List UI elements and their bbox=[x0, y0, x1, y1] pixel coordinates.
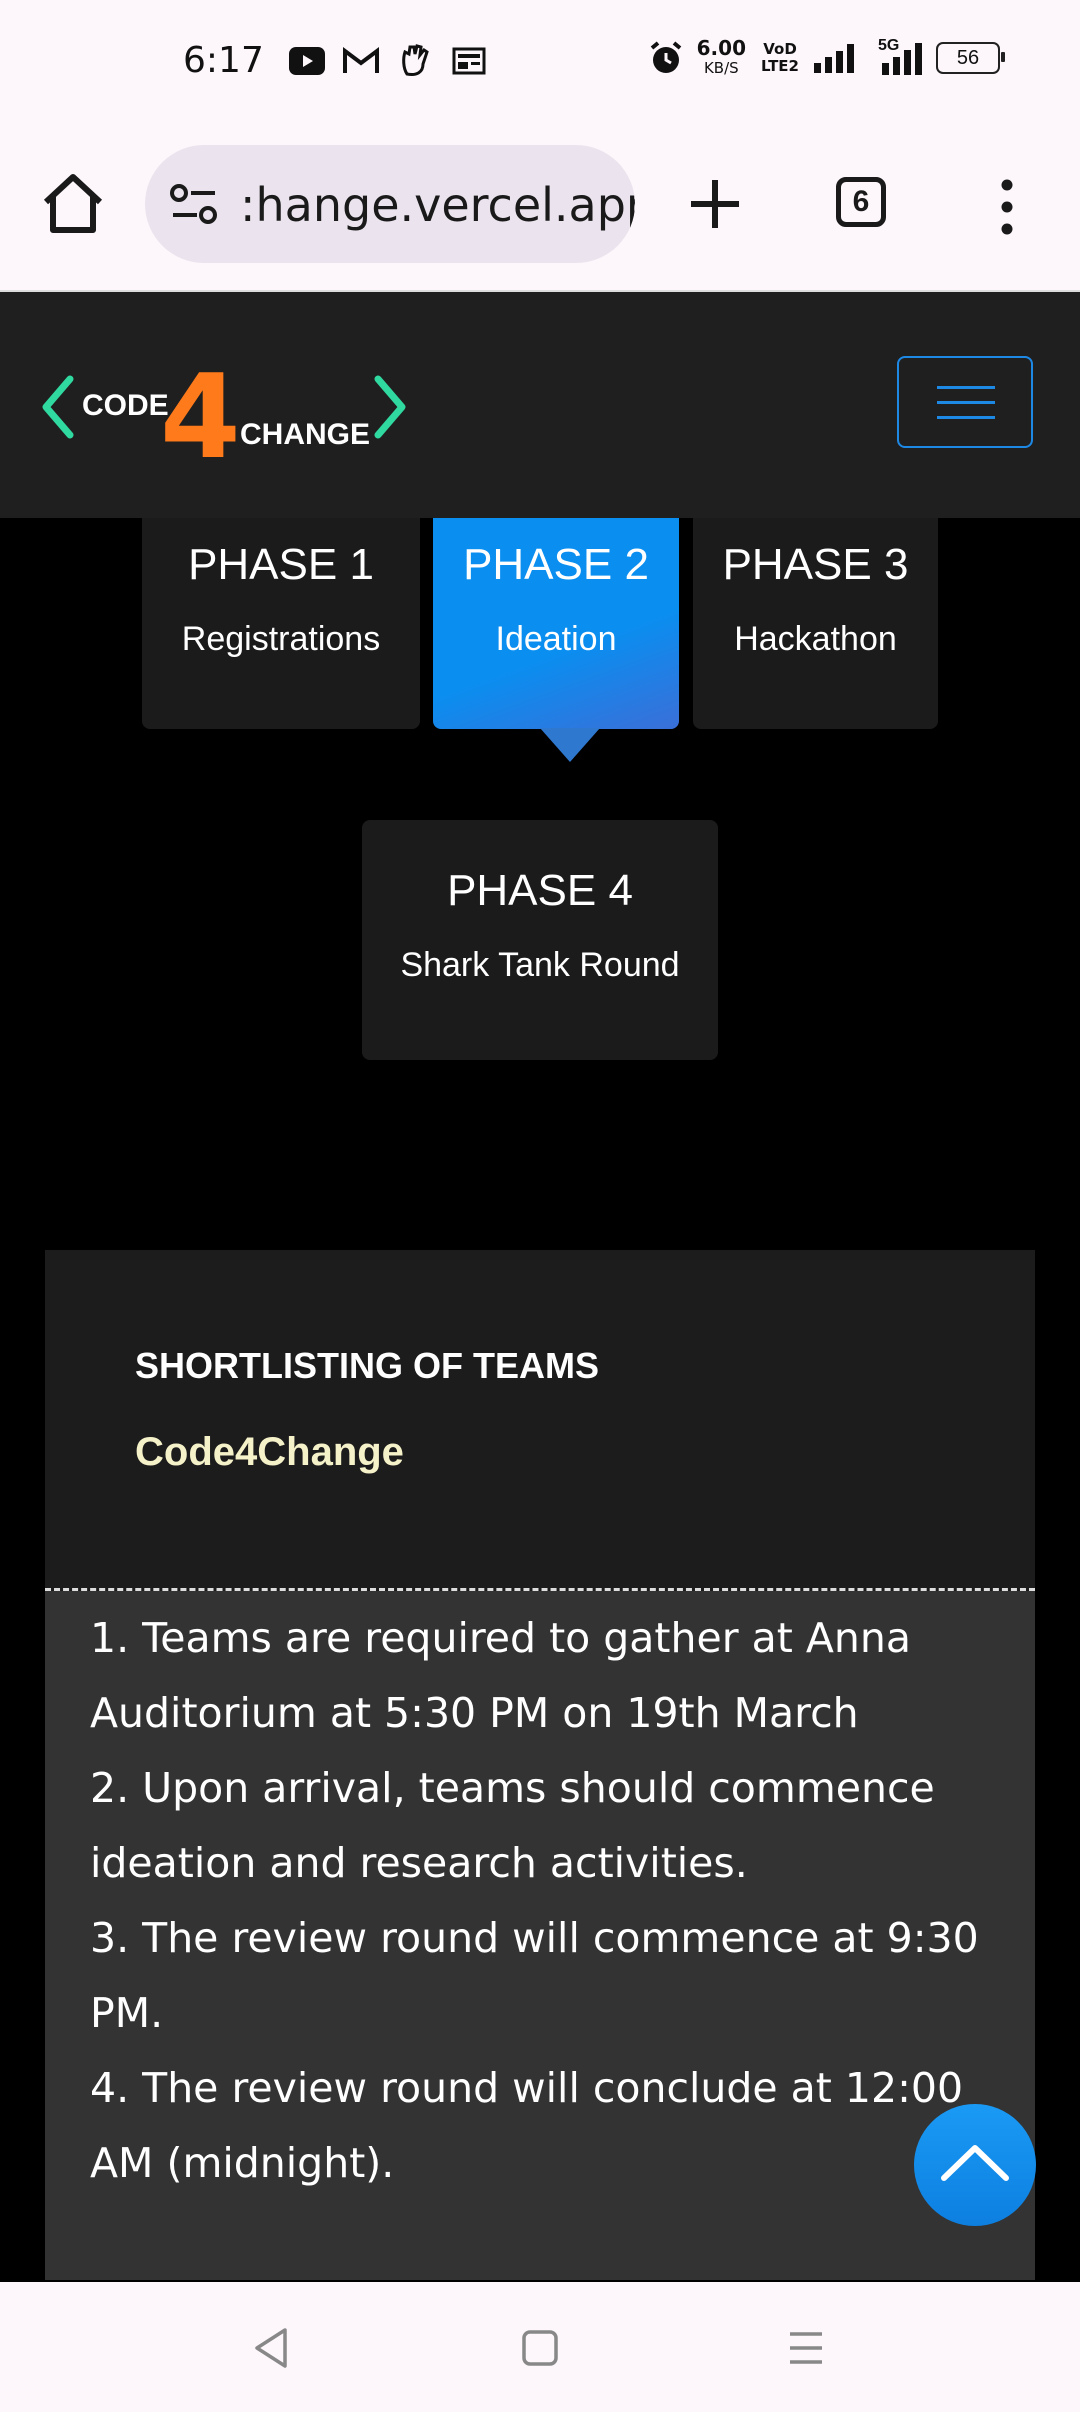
phase-subtitle: Shark Tank Round bbox=[400, 946, 680, 984]
event-card: SHORTLISTING OF TEAMS Code4Change 1. Tea… bbox=[45, 1250, 1035, 2280]
phase-subtitle: Hackathon bbox=[734, 620, 897, 658]
recents-icon[interactable] bbox=[780, 2322, 832, 2374]
system-status-icons: 6.00 KB/S VoD LTE2 5G 56 bbox=[649, 36, 1005, 78]
browser-toolbar: :hange.vercel.app 6 bbox=[0, 125, 1080, 292]
event-details: 1. Teams are required to gather at Anna … bbox=[45, 1591, 1035, 2280]
phase-card-4[interactable]: PHASE 4 Shark Tank Round bbox=[362, 820, 718, 1060]
event-detail-item: 3. The review round will commence at 9:3… bbox=[90, 1914, 979, 2037]
phase-card-3[interactable]: PHASE 3 Hackathon bbox=[693, 518, 938, 729]
svg-text:CODE: CODE bbox=[82, 389, 169, 422]
site-navbar: CODE 4 CHANGE bbox=[0, 292, 1080, 518]
phase-subtitle: Registrations bbox=[181, 620, 381, 658]
system-nav-bar bbox=[0, 2282, 1080, 2412]
tab-switcher-button[interactable]: 6 bbox=[836, 177, 886, 227]
code4change-logo[interactable]: CODE 4 CHANGE bbox=[40, 347, 420, 467]
phase-card-2[interactable]: PHASE 2 Ideation bbox=[433, 518, 679, 729]
svg-text:CHANGE: CHANGE bbox=[240, 418, 370, 451]
hamburger-line bbox=[937, 386, 995, 389]
home-nav-icon[interactable] bbox=[514, 2322, 566, 2374]
phase-title: PHASE 1 bbox=[188, 540, 374, 589]
signal-icon bbox=[814, 44, 854, 73]
network-speed: 6.00 KB/S bbox=[696, 36, 746, 77]
new-tab-icon[interactable] bbox=[683, 172, 747, 236]
youtube-icon bbox=[288, 44, 326, 78]
more-options-icon[interactable] bbox=[990, 177, 1024, 237]
battery-indicator: 56 bbox=[936, 42, 1005, 74]
home-icon[interactable] bbox=[40, 170, 106, 236]
event-detail-item: 2. Upon arrival, teams should commence i… bbox=[90, 1764, 935, 1887]
status-time: 6:17 bbox=[183, 40, 264, 81]
phase-title: PHASE 2 bbox=[463, 540, 649, 589]
status-bar: 6:17 6.00 KB/S VoD LTE2 5G 56 bbox=[0, 0, 1080, 125]
phase-title: PHASE 4 bbox=[447, 866, 633, 915]
active-phase-pointer bbox=[540, 728, 600, 762]
phase-title: PHASE 3 bbox=[722, 540, 909, 589]
hamburger-line bbox=[937, 401, 995, 404]
site-settings-icon[interactable] bbox=[169, 183, 219, 227]
address-bar[interactable]: :hange.vercel.app bbox=[145, 145, 635, 263]
nav-menu-toggle[interactable] bbox=[897, 356, 1033, 448]
volte-indicator: VoD LTE2 bbox=[761, 40, 799, 75]
signal-5g-icon: 5G bbox=[872, 37, 922, 75]
hand-icon bbox=[396, 44, 434, 78]
phase-subtitle: Ideation bbox=[495, 620, 617, 658]
news-icon bbox=[450, 44, 488, 78]
chevron-up-icon bbox=[941, 2145, 1009, 2181]
event-detail-item: 4. The review round will conclude at 12:… bbox=[90, 2064, 964, 2187]
gmail-icon bbox=[342, 44, 380, 78]
url-text: :hange.vercel.app bbox=[240, 178, 635, 232]
event-organizer: Code4Change bbox=[135, 1430, 404, 1474]
event-detail-item: 1. Teams are required to gather at Anna … bbox=[90, 1614, 911, 1737]
notification-icons bbox=[288, 44, 488, 78]
event-header: SHORTLISTING OF TEAMS Code4Change bbox=[45, 1250, 1035, 1591]
alarm-icon bbox=[650, 41, 681, 73]
back-icon[interactable] bbox=[245, 2322, 297, 2374]
scroll-to-top-button[interactable] bbox=[914, 2104, 1036, 2226]
svg-text:4: 4 bbox=[160, 350, 241, 467]
phase-card-1[interactable]: PHASE 1 Registrations bbox=[142, 518, 420, 729]
event-title: SHORTLISTING OF TEAMS bbox=[135, 1345, 599, 1386]
hamburger-line bbox=[937, 416, 995, 419]
